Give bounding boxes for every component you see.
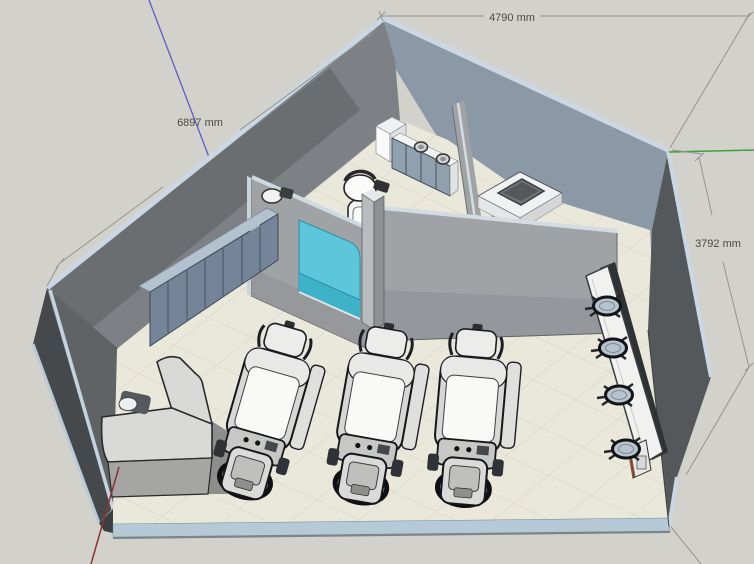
sofa-pillow (119, 398, 137, 411)
partition-front-wall[interactable] (374, 207, 617, 341)
dimension-right-label: 3792 mm (695, 238, 741, 250)
sketchup-3d-viewport[interactable]: 4790 mm 6897 mm 3792 mm (0, 0, 754, 564)
dimension-left-label: 6897 mm (177, 117, 223, 129)
dimension-top-label: 4790 mm (489, 12, 535, 24)
model-canvas[interactable]: 4790 mm 6897 mm 3792 mm (0, 0, 754, 564)
